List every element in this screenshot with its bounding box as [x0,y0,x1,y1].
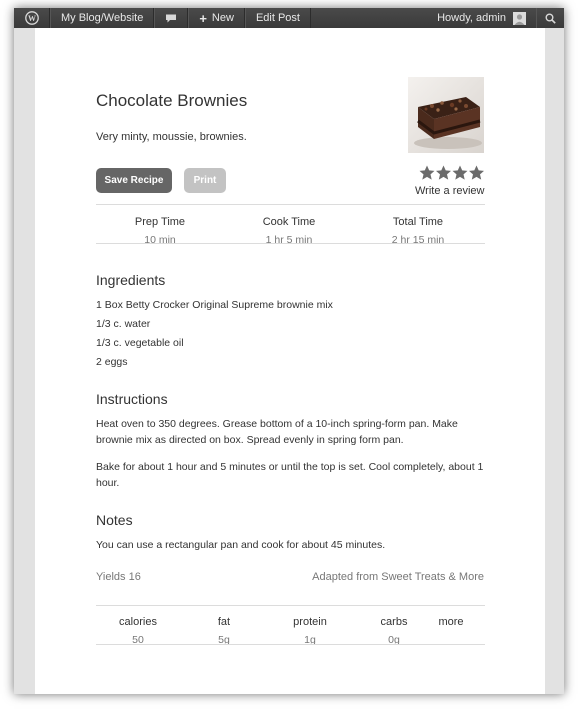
ingredient-item: 1/3 c. water [96,318,151,330]
recipe-summary: Very minty, moussie, brownies. [96,131,247,143]
recipe-card: Chocolate Brownies Very minty, moussie, … [35,28,545,694]
star-icon [419,165,435,180]
comment-bubble-icon [166,14,177,22]
ingredients-heading: Ingredients [96,272,166,288]
wordpress-logo-icon[interactable]: W [14,8,50,28]
time-label: Total Time [392,216,444,228]
howdy-label: Howdy, admin [437,12,506,24]
plus-icon: + [199,10,207,26]
divider [96,605,485,606]
instruction-step: Bake for about 1 hour and 5 minutes or u… [96,461,484,489]
nutrition-fat: fat 5g [182,616,266,646]
star-icon [469,165,484,180]
divider [96,243,485,244]
nutrition-more-link[interactable]: more [419,616,483,634]
write-review-link[interactable]: Write a review [415,185,484,197]
nutrition-label: fat [217,616,231,628]
adapted-source-link[interactable]: Sweet Treats & More [381,571,484,583]
yields-text: Yields 16 [96,571,141,583]
star-icon [452,165,468,180]
browser-window: W My Blog/Website + New Edit Post Howdy,… [14,8,564,694]
ingredient-item: 1/3 c. vegetable oil [96,337,184,349]
save-recipe-button[interactable]: Save Recipe [96,168,172,193]
divider [96,204,485,205]
prep-time: Prep Time 10 min [95,216,225,246]
recipe-title: Chocolate Brownies [96,91,248,110]
time-value: 10 min [144,234,176,246]
new-label: New [211,12,234,24]
cook-time: Cook Time 1 hr 5 min [224,216,354,246]
svg-text:W: W [28,14,36,23]
total-time: Total Time 2 hr 15 min [353,216,483,246]
ingredient-item: 2 eggs [96,356,128,368]
nutrition-calories: calories 50 [96,616,180,646]
new-content-button[interactable]: + New [188,8,245,28]
notes-text: You can use a rectangular pan and cook f… [96,539,386,551]
adapted-from: Adapted from Sweet Treats & More [312,571,484,583]
comments-button[interactable] [154,8,189,28]
avatar-icon [513,11,526,25]
star-icon [436,165,451,180]
my-account-menu[interactable]: Howdy, admin [427,8,536,28]
star-rating[interactable] [419,165,485,181]
notes-heading: Notes [96,512,133,528]
admin-bar: W My Blog/Website + New Edit Post Howdy,… [14,8,564,28]
instruction-step: Heat oven to 350 degrees. Grease bottom … [96,418,458,446]
recipe-photo [408,77,484,153]
time-value: 2 hr 15 min [391,234,445,246]
time-value: 1 hr 5 min [265,234,313,246]
admin-bar-right: Howdy, admin [427,8,564,28]
search-icon[interactable] [536,8,564,28]
nutrition-protein: protein 1g [268,616,352,646]
time-label: Prep Time [134,216,186,228]
instructions-heading: Instructions [96,391,168,407]
time-label: Cook Time [262,216,316,228]
nutrition-label: more [438,616,464,628]
divider [96,644,485,645]
adapted-prefix: Adapted from [312,571,379,583]
site-name-link[interactable]: My Blog/Website [50,8,155,28]
print-button[interactable]: Print [184,168,226,193]
ingredient-item: 1 Box Betty Crocker Original Supreme bro… [96,299,333,311]
nutrition-label: calories [119,616,157,628]
nutrition-label: protein [293,616,327,628]
edit-post-link[interactable]: Edit Post [244,8,311,28]
